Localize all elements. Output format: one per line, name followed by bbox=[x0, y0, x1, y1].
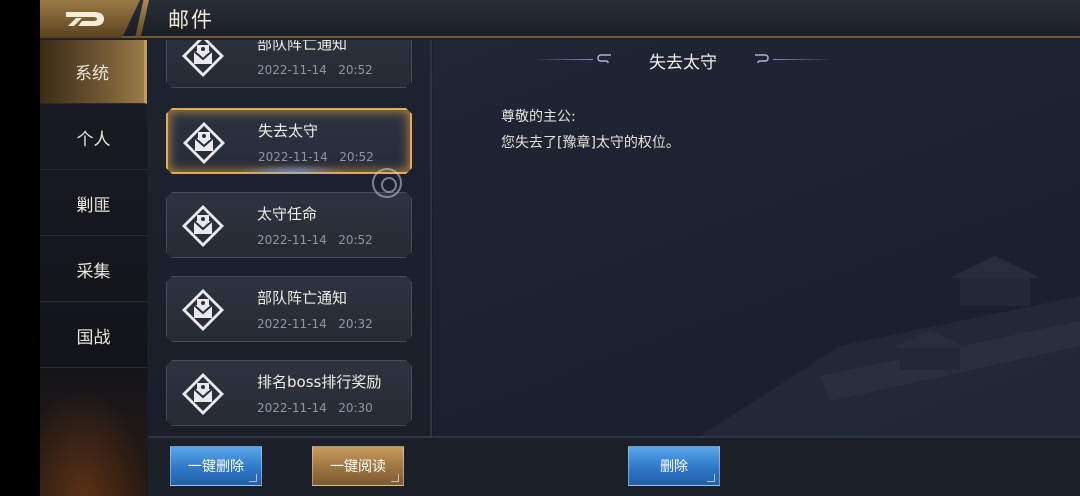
tab-personal[interactable]: 个人 bbox=[40, 106, 147, 170]
mail-subject: 部队阵亡通知 bbox=[257, 289, 348, 307]
envelope-icon bbox=[181, 204, 225, 248]
ornament-right-icon bbox=[755, 54, 769, 64]
mail-item[interactable]: 部队阵亡通知 2022-11-14 20:52 bbox=[166, 40, 412, 88]
back-logo-icon bbox=[66, 12, 104, 26]
mail-subject: 部队阵亡通知 bbox=[257, 40, 348, 53]
mail-item[interactable]: 部队阵亡通知 2022-11-14 20:32 bbox=[166, 276, 412, 342]
envelope-icon bbox=[181, 372, 225, 416]
header-bar: 邮件 bbox=[40, 0, 1080, 38]
delete-button[interactable]: 删除 bbox=[628, 446, 720, 486]
tab-national-war[interactable]: 国战 bbox=[40, 304, 147, 368]
mail-window: 邮件 系统 个人 剿匪 采集 国战 部队阵亡通知 2022-11-14 20:5… bbox=[40, 0, 1080, 496]
button-corner bbox=[391, 474, 399, 482]
button-corner bbox=[707, 474, 715, 482]
mail-greeting: 尊敬的主公: bbox=[501, 109, 576, 125]
delete-all-button[interactable]: 一键删除 bbox=[170, 446, 262, 486]
back-button[interactable] bbox=[40, 0, 140, 38]
selection-glow bbox=[238, 164, 348, 180]
touch-indicator-icon bbox=[372, 168, 402, 198]
mail-item[interactable]: 排名boss排行奖励 2022-11-14 20:30 bbox=[166, 360, 412, 426]
mail-detail-title: 失去太守 bbox=[649, 53, 717, 73]
mail-timestamp: 2022-11-14 20:52 bbox=[257, 63, 373, 77]
screen: 邮件 系统 个人 剿匪 采集 国战 部队阵亡通知 2022-11-14 20:5… bbox=[0, 0, 1080, 496]
tab-bandit[interactable]: 剿匪 bbox=[40, 172, 147, 236]
mail-list[interactable]: 部队阵亡通知 2022-11-14 20:52 失去太守 2022-11-14 … bbox=[148, 40, 432, 436]
mail-timestamp: 2022-11-14 20:52 bbox=[258, 150, 374, 164]
mail-item-selected[interactable]: 失去太守 2022-11-14 20:52 bbox=[166, 108, 412, 174]
mail-body: 您失去了[豫章]太守的权位。 bbox=[501, 135, 680, 151]
category-tabs: 系统 个人 剿匪 采集 国战 bbox=[40, 40, 147, 496]
page-title: 邮件 bbox=[168, 8, 214, 32]
delete-all-label: 一键删除 bbox=[188, 459, 244, 475]
mail-timestamp: 2022-11-14 20:30 bbox=[257, 401, 373, 415]
read-all-button[interactable]: 一键阅读 bbox=[312, 446, 404, 486]
mail-item[interactable]: 太守任命 2022-11-14 20:52 bbox=[166, 192, 412, 258]
envelope-icon bbox=[181, 40, 225, 78]
mail-subject: 失去太守 bbox=[258, 122, 319, 140]
envelope-icon bbox=[181, 288, 225, 332]
title-line-right bbox=[773, 59, 833, 60]
tab-gather[interactable]: 采集 bbox=[40, 238, 147, 302]
tab-system[interactable]: 系统 bbox=[40, 40, 147, 104]
mail-subject: 太守任命 bbox=[257, 205, 318, 223]
read-all-label: 一键阅读 bbox=[330, 459, 386, 475]
button-corner bbox=[249, 474, 257, 482]
envelope-icon bbox=[182, 121, 226, 165]
city-wall-background bbox=[700, 256, 1080, 436]
mail-subject: 排名boss排行奖励 bbox=[257, 373, 382, 391]
mail-detail-panel: 失去太守 尊敬的主公: 您失去了[豫章]太守的权位。 bbox=[433, 40, 1080, 436]
bottom-action-bar: 一键删除 一键阅读 删除 bbox=[148, 436, 1080, 496]
mail-timestamp: 2022-11-14 20:52 bbox=[257, 233, 373, 247]
delete-label: 删除 bbox=[660, 459, 688, 475]
mail-timestamp: 2022-11-14 20:32 bbox=[257, 317, 373, 331]
mail-title-banner: 失去太守 bbox=[533, 46, 833, 73]
ember-decoration bbox=[40, 386, 147, 496]
